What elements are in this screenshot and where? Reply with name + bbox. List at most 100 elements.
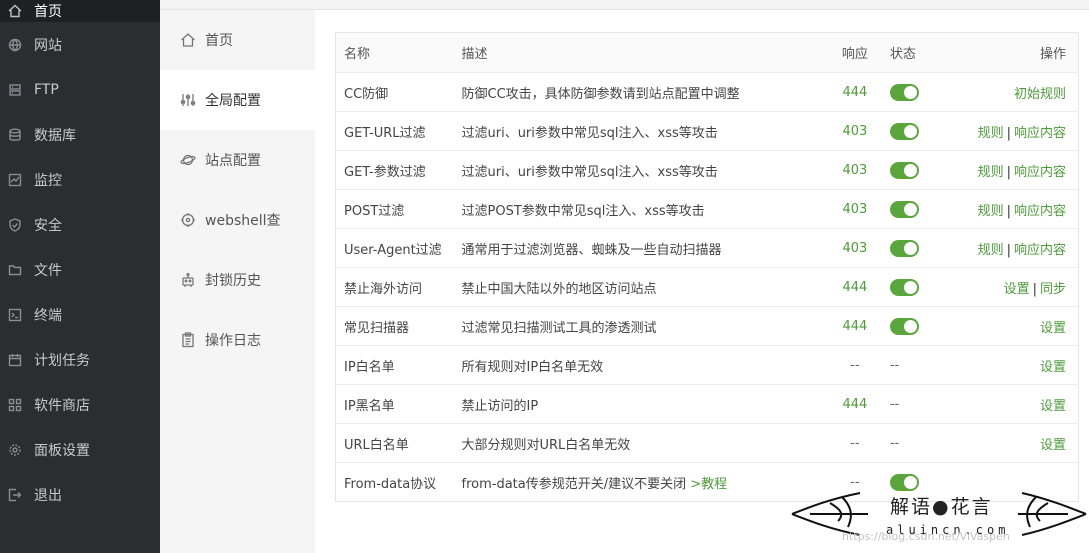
sidebar-item-website[interactable]: 网站 — [0, 22, 160, 67]
rules-table: 名称 描述 响应 状态 操作 CC防御 防御CC攻击，具体防御参数请到站点配置中… — [335, 32, 1079, 502]
rule-desc: 大部分规则对URL白名单无效 — [453, 423, 828, 463]
sidebar-item-cron[interactable]: 计划任务 — [0, 337, 160, 382]
rule-name: 常见扫描器 — [335, 306, 454, 346]
main-sidebar: 首页 网站 FTP 数据库 监控 安全 文件 终端 计划任务 软件商店 面板设置 — [0, 0, 160, 553]
rule-response-code: -- — [827, 423, 882, 463]
sidebar-item-logout[interactable]: 退出 — [0, 472, 160, 517]
rule-status-toggle[interactable] — [889, 83, 919, 101]
gear-icon — [8, 443, 22, 457]
logout-icon — [8, 488, 22, 502]
rule-name: User-Agent过滤 — [335, 228, 454, 268]
rule-name: GET-参数过滤 — [335, 150, 454, 190]
column-header-code: 响应 — [827, 32, 882, 73]
table-row: From-data协议 from-data传参规范开关/建议不要关闭 >教程 -… — [335, 462, 1079, 502]
sidebar-item-ftp[interactable]: FTP — [0, 67, 160, 112]
settings-link[interactable]: 设置 — [1040, 399, 1066, 414]
response-content-link[interactable]: 响应内容 — [1014, 204, 1066, 219]
home-icon — [8, 4, 22, 18]
table-row: GET-参数过滤 过滤uri、uri参数中常见sql注入、xss等攻击 403 … — [335, 150, 1079, 190]
ftp-icon — [8, 83, 22, 97]
plugin-menu-home[interactable]: 首页 — [160, 10, 315, 70]
settings-link[interactable]: 设置 — [1040, 438, 1066, 453]
monitor-icon — [8, 173, 22, 187]
rules-link[interactable]: 规则 — [978, 243, 1004, 258]
response-content-link[interactable]: 响应内容 — [1014, 165, 1066, 180]
op-separator: | — [1032, 281, 1037, 297]
globe-icon — [8, 38, 22, 52]
plugin-menu-label: 操作日志 — [205, 333, 261, 349]
rule-desc: 过滤POST参数中常见sql注入、xss等攻击 — [453, 189, 828, 229]
table-row: IP黑名单 禁止访问的IP 444 -- 设置 — [335, 384, 1079, 424]
settings-link[interactable]: 设置 — [1004, 282, 1030, 297]
home-icon — [180, 32, 196, 48]
rule-status-toggle[interactable] — [889, 200, 919, 218]
sidebar-item-label: 监控 — [34, 172, 62, 189]
sidebar-item-monitor[interactable]: 监控 — [0, 157, 160, 202]
rule-status-toggle[interactable] — [889, 161, 919, 179]
rule-response-code: -- — [827, 345, 882, 385]
shield-icon — [8, 217, 22, 232]
rules-link[interactable]: 规则 — [978, 126, 1004, 141]
sidebar-item-home[interactable]: 首页 — [0, 0, 160, 22]
rule-response-code[interactable]: 403 — [827, 189, 882, 229]
plugin-menu-site-config[interactable]: 站点配置 — [160, 130, 315, 190]
rule-name: CC防御 — [335, 72, 454, 112]
sidebar-item-label: 网站 — [34, 37, 62, 54]
rule-name: GET-URL过滤 — [335, 111, 454, 151]
rule-response-code[interactable]: 444 — [827, 267, 882, 307]
plugin-menu-operation-log[interactable]: 操作日志 — [160, 310, 315, 370]
sidebar-item-security[interactable]: 安全 — [0, 202, 160, 247]
top-bar — [160, 0, 1089, 10]
sidebar-item-files[interactable]: 文件 — [0, 247, 160, 292]
sliders-icon — [180, 92, 196, 108]
rule-status-toggle[interactable] — [889, 278, 919, 296]
settings-link[interactable]: 设置 — [1040, 321, 1066, 336]
rule-status-toggle[interactable] — [889, 317, 919, 335]
rules-link[interactable]: 规则 — [978, 165, 1004, 180]
plugin-menu-label: 首页 — [205, 33, 233, 49]
rule-desc: 通常用于过滤浏览器、蜘蛛及一些自动扫描器 — [453, 228, 828, 268]
rule-response-code[interactable]: 444 — [827, 72, 882, 112]
response-content-link[interactable]: 响应内容 — [1014, 126, 1066, 141]
plugin-menu-global-config[interactable]: 全局配置 — [160, 70, 315, 130]
sidebar-item-label: 软件商店 — [34, 397, 90, 414]
init-rule-link[interactable]: 初始规则 — [1014, 87, 1066, 102]
table-row: 常见扫描器 过滤常见扫描测试工具的渗透测试 444 设置 — [335, 306, 1079, 346]
rule-name: 禁止海外访问 — [335, 267, 454, 307]
sidebar-item-label: 首页 — [34, 4, 62, 20]
column-header-name: 名称 — [335, 32, 454, 73]
rule-status: -- — [881, 384, 940, 424]
response-content-link[interactable]: 响应内容 — [1014, 243, 1066, 258]
plugin-menu-webshell[interactable]: webshell查 — [160, 190, 315, 250]
sidebar-item-label: 退出 — [34, 487, 62, 504]
rule-response-code[interactable]: 444 — [827, 306, 882, 346]
rule-desc: 过滤常见扫描测试工具的渗透测试 — [453, 306, 828, 346]
rule-response-code[interactable]: 403 — [827, 228, 882, 268]
rule-name: URL白名单 — [335, 423, 454, 463]
rules-link[interactable]: 规则 — [978, 204, 1004, 219]
plugin-menu-label: 站点配置 — [205, 153, 261, 169]
sidebar-item-terminal[interactable]: 终端 — [0, 292, 160, 337]
table-row: URL白名单 大部分规则对URL白名单无效 -- -- 设置 — [335, 423, 1079, 463]
rule-name: POST过滤 — [335, 189, 454, 229]
op-separator: | — [1006, 242, 1011, 258]
settings-link[interactable]: 设置 — [1040, 360, 1066, 375]
plugin-menu-block-history[interactable]: 封锁历史 — [160, 250, 315, 310]
rule-response-code[interactable]: 403 — [827, 150, 882, 190]
op-separator: | — [1006, 125, 1011, 141]
rule-status-toggle[interactable] — [889, 473, 919, 491]
sync-link[interactable]: 同步 — [1040, 282, 1066, 297]
sidebar-item-store[interactable]: 软件商店 — [0, 382, 160, 427]
plugin-menu-label: 全局配置 — [205, 93, 261, 109]
rule-response-code[interactable]: 444 — [827, 384, 882, 424]
rule-status-toggle[interactable] — [889, 239, 919, 257]
tutorial-link[interactable]: >教程 — [690, 477, 727, 492]
sidebar-item-settings[interactable]: 面板设置 — [0, 427, 160, 472]
rule-status-toggle[interactable] — [889, 122, 919, 140]
rule-desc: 禁止访问的IP — [453, 384, 828, 424]
sidebar-item-database[interactable]: 数据库 — [0, 112, 160, 157]
sidebar-item-label: FTP — [34, 81, 59, 98]
rule-response-code[interactable]: 403 — [827, 111, 882, 151]
sidebar-item-label: 数据库 — [34, 127, 76, 144]
table-row: IP白名单 所有规则对IP白名单无效 -- -- 设置 — [335, 345, 1079, 385]
